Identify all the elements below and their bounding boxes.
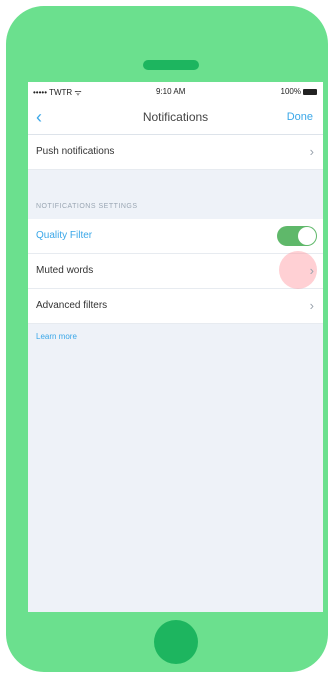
done-button[interactable]: Done [287, 111, 313, 123]
carrier-label: ••••• TWTR ᯤ [33, 88, 82, 97]
push-notifications-row[interactable]: Push notifications › [28, 135, 323, 170]
chevron-right-icon: › [309, 298, 314, 313]
status-bar: ••••• TWTR ᯤ 9:10 AM 100% [28, 82, 323, 102]
battery-indicator: 100% [281, 87, 317, 96]
chevron-right-icon: › [309, 263, 314, 278]
learn-more-link[interactable]: Learn more [36, 332, 77, 341]
quality-filter-label: Quality Filter [36, 230, 93, 241]
toggle-knob [298, 227, 316, 245]
advanced-filters-label: Advanced filters [36, 300, 108, 311]
push-notifications-label: Push notifications [36, 146, 115, 157]
page-title: Notifications [142, 110, 209, 124]
quality-filter-toggle[interactable] [277, 226, 317, 246]
quality-filter-row: Quality Filter [28, 219, 323, 254]
muted-words-label: Muted words [36, 265, 94, 276]
battery-icon [303, 88, 317, 95]
learn-more-area: Learn more [28, 324, 323, 354]
status-time: 9:10 AM [156, 87, 186, 96]
muted-words-row[interactable]: Muted words › [28, 251, 323, 289]
chevron-right-icon: › [309, 144, 314, 159]
screen: ••••• TWTR ᯤ 9:10 AM 100% ‹ Notification… [28, 82, 323, 612]
phone-frame: ••••• TWTR ᯤ 9:10 AM 100% ‹ Notification… [6, 6, 328, 672]
nav-bar: ‹ Notifications Done [28, 102, 323, 135]
home-button[interactable] [154, 620, 198, 664]
phone-speaker [143, 60, 199, 70]
section-header-label: NOTIFICATIONS SETTINGS [36, 203, 138, 210]
advanced-filters-row[interactable]: Advanced filters › [28, 289, 323, 324]
section-header: NOTIFICATIONS SETTINGS [28, 197, 323, 219]
battery-percent: 100% [280, 87, 301, 96]
